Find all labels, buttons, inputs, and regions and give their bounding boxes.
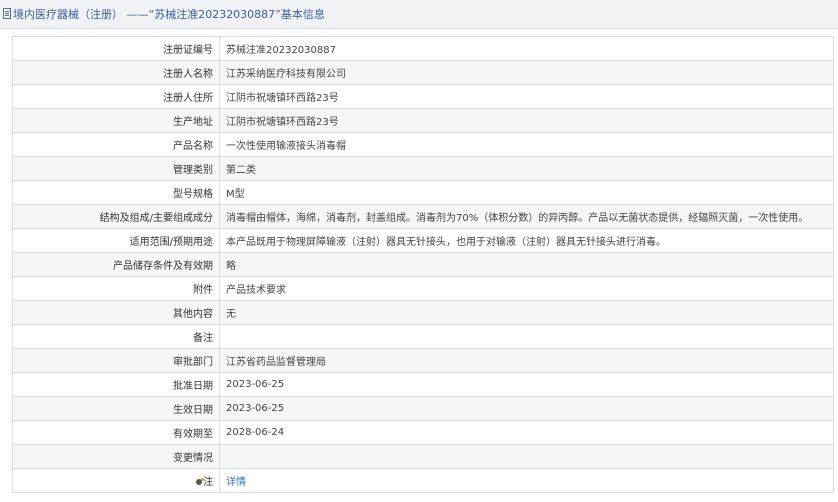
field-label: 备注 [12,324,220,349]
field-label: 产品名称 [12,132,220,157]
field-label: 管理类别 [12,156,220,181]
field-value: 苏械注准20232030887 [219,36,834,61]
page-header: 境内医疗器械（注册） ——“苏械注准20232030887”基本信息 [0,0,838,29]
field-value: M型 [219,180,834,205]
field-label: 结构及组成/主要组成成分 [12,204,220,229]
field-value: 2023-06-25 [219,372,834,397]
field-value [219,324,834,349]
field-label: 有效期至 [12,420,220,445]
field-label: 注册人住所 [12,84,220,109]
field-label: 型号规格 [12,180,220,205]
table-row: 适用范围/预期用途 本产品既用于物理屏障输液（注射）器具无针接头，也用于对输液（注… [12,228,834,253]
document-icon [3,8,11,19]
detail-link[interactable]: 详情 [226,477,246,488]
field-value: 江阴市祝塘镇环西路23号 [219,84,834,109]
table-row: 批准日期 2023-06-25 [12,372,834,397]
field-label: 产品储存条件及有效期 [12,252,220,277]
field-value: 无 [219,300,834,325]
table-row: 注册证编号 苏械注准20232030887 [12,36,834,61]
field-value: 江苏采纳医疗科技有限公司 [219,60,834,85]
table-row: 生产地址 江阴市祝塘镇环西路23号 [12,108,834,133]
field-value: 消毒帽由帽体，海绵，消毒剂，封盖组成。消毒剂为70%（体积分数）的异丙醇。产品以… [219,204,834,229]
field-value: 略 [219,252,834,277]
field-label: 注册人名称 [12,60,220,85]
note-icon [196,478,204,485]
field-label: 变更情况 [12,444,220,469]
table-row: 产品储存条件及有效期略 [12,252,834,277]
field-value: 一次性使用输液接头消毒帽 [219,132,834,157]
field-label: 注册证编号 [12,36,220,61]
field-label-note: 注 [12,468,220,493]
page-title: 境内医疗器械（注册） ——“苏械注准20232030887”基本信息 [13,8,325,21]
table-row: 产品名称 一次性使用输液接头消毒帽 [12,132,834,157]
field-value: 江苏省药品监督管理局 [219,348,834,373]
table-row: 备注 [12,324,834,349]
field-value: 第二类 [219,156,834,181]
table-row: 生效日期 2023-06-25 [12,396,834,421]
table-row: 变更情况 [12,444,834,469]
note-label: 注 [203,477,213,488]
field-value: 产品技术要求 [219,276,834,301]
field-value-note: 详情 [219,468,834,493]
field-label: 适用范围/预期用途 [12,228,220,253]
info-table: 注册证编号 苏械注准20232030887 注册人名称 江苏采纳医疗科技有限公司 注册人… [12,36,834,493]
field-label: 生产地址 [12,108,220,133]
field-value: 江阴市祝塘镇环西路23号 [219,108,834,133]
table-row: 有效期至 2028-06-24 [12,420,834,445]
field-label: 生效日期 [12,396,220,421]
field-label: 批准日期 [12,372,220,397]
table-row-note: 注 详情 [12,468,834,493]
table-row: 型号规格 M型 [12,180,834,205]
table-row: 注册人名称 江苏采纳医疗科技有限公司 [12,60,834,85]
field-value [219,444,834,469]
field-label: 审批部门 [12,348,220,373]
table-row: 附件 产品技术要求 [12,276,834,301]
field-label: 其他内容 [12,300,220,325]
field-value: 2023-06-25 [219,396,834,421]
table-row: 管理类别 第二类 [12,156,834,181]
table-row: 结构及组成/主要组成成分 消毒帽由帽体，海绵，消毒剂，封盖组成。消毒剂为70%（体… [12,204,834,229]
table-row: 其他内容无 [12,300,834,325]
field-value: 2028-06-24 [219,420,834,445]
table-row: 注册人住所 江阴市祝塘镇环西路23号 [12,84,834,109]
field-value: 本产品既用于物理屏障输液（注射）器具无针接头，也用于对输液（注射）器具无针接头进… [219,228,834,253]
field-label: 附件 [12,276,220,301]
table-row: 审批部门 江苏省药品监督管理局 [12,348,834,373]
